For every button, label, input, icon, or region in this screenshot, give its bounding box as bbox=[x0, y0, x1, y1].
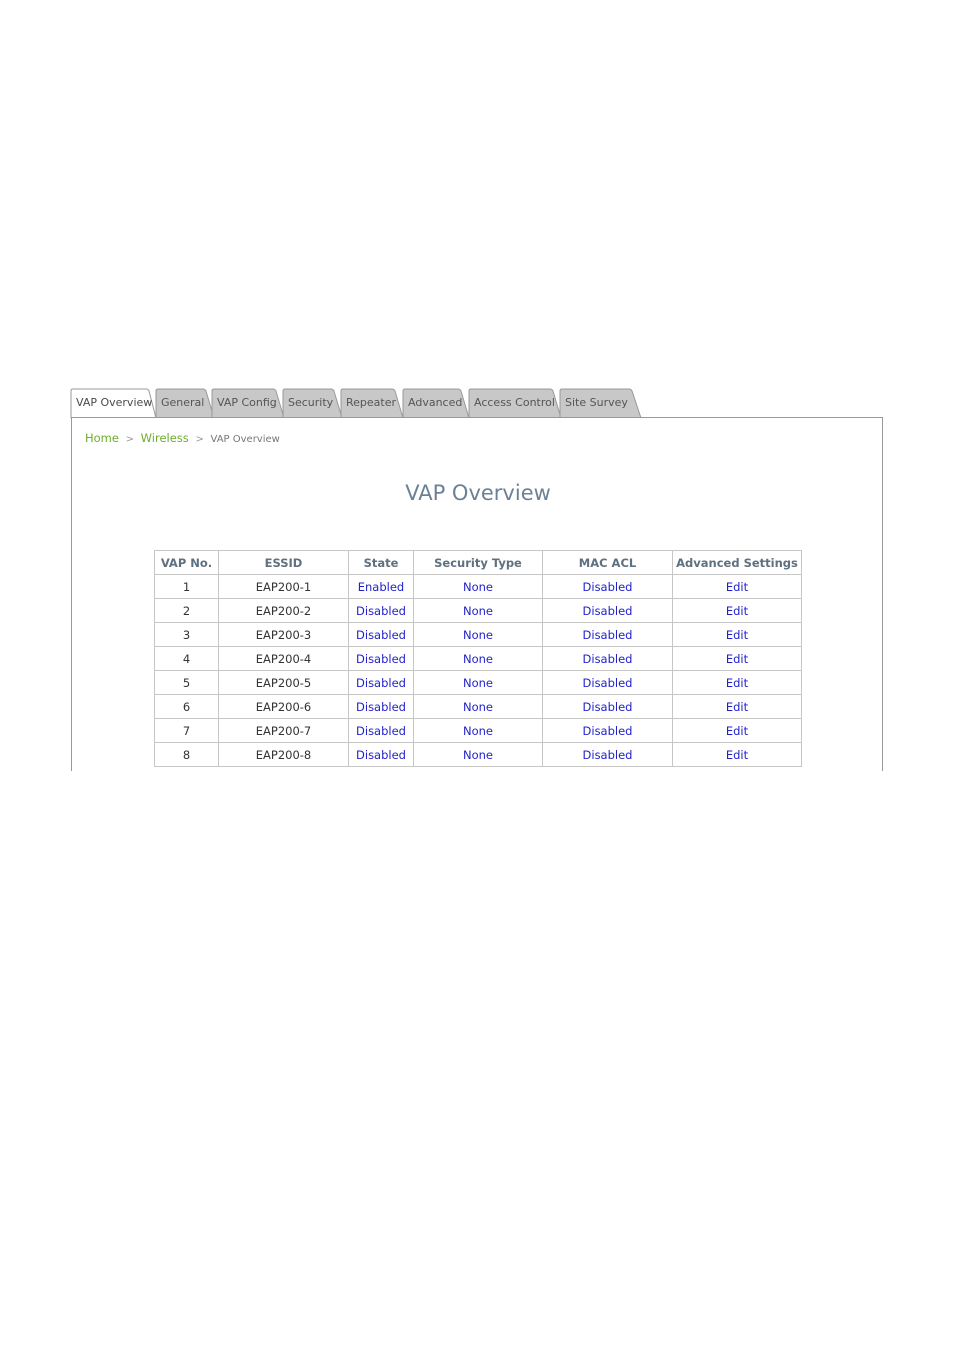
tab-advanced[interactable]: Advanced bbox=[402, 388, 470, 418]
page-title: VAP Overview bbox=[405, 481, 551, 505]
vap-number: 4 bbox=[154, 646, 219, 671]
header-vap-no: VAP No. bbox=[154, 550, 219, 575]
edit-link[interactable]: Edit bbox=[672, 646, 802, 671]
tab-general[interactable]: General bbox=[155, 388, 215, 418]
tab-label: Site Survey bbox=[565, 396, 628, 409]
edit-link[interactable]: Edit bbox=[672, 598, 802, 623]
tab-label: Repeater bbox=[346, 396, 397, 409]
breadcrumb-separator: > bbox=[125, 434, 135, 445]
table-row: 8 EAP200-8 Disabled None Disabled Edit bbox=[154, 742, 802, 767]
tab-label: Access Control bbox=[474, 396, 555, 409]
mac-acl-link[interactable]: Disabled bbox=[542, 694, 673, 719]
content-panel: Home > Wireless > VAP Overview VAP Overv… bbox=[71, 417, 883, 771]
security-type-link[interactable]: None bbox=[413, 574, 543, 599]
header-security-type: Security Type bbox=[413, 550, 543, 575]
table-row: 1 EAP200-1 Enabled None Disabled Edit bbox=[154, 574, 802, 599]
edit-link[interactable]: Edit bbox=[672, 670, 802, 695]
header-essid: ESSID bbox=[218, 550, 349, 575]
state-link[interactable]: Disabled bbox=[348, 622, 414, 647]
breadcrumb-home-link[interactable]: Home bbox=[85, 431, 119, 445]
breadcrumb-separator: > bbox=[195, 434, 204, 445]
mac-acl-link[interactable]: Disabled bbox=[542, 622, 673, 647]
state-link[interactable]: Disabled bbox=[348, 670, 414, 695]
tab-label: Security bbox=[288, 396, 334, 409]
vap-number: 5 bbox=[154, 670, 219, 695]
vap-table: VAP No. ESSID State Security Type MAC AC… bbox=[154, 550, 802, 767]
security-type-link[interactable]: None bbox=[413, 718, 543, 743]
tab-label: VAP Overview bbox=[76, 396, 153, 409]
breadcrumb: Home > Wireless > VAP Overview bbox=[85, 431, 280, 445]
state-link[interactable]: Disabled bbox=[348, 646, 414, 671]
vap-number: 1 bbox=[154, 574, 219, 599]
header-advanced-settings: Advanced Settings bbox=[672, 550, 802, 575]
tab-vap-config[interactable]: VAP Config bbox=[211, 388, 285, 418]
tab-label: Advanced bbox=[408, 396, 463, 409]
tab-security[interactable]: Security bbox=[282, 388, 343, 418]
vap-number: 3 bbox=[154, 622, 219, 647]
security-type-link[interactable]: None bbox=[413, 670, 543, 695]
essid: EAP200-1 bbox=[218, 574, 349, 599]
security-type-link[interactable]: None bbox=[413, 742, 543, 767]
header-mac-acl: MAC ACL bbox=[542, 550, 673, 575]
vap-number: 8 bbox=[154, 742, 219, 767]
vap-number: 2 bbox=[154, 598, 219, 623]
edit-link[interactable]: Edit bbox=[672, 622, 802, 647]
table-row: 7 EAP200-7 Disabled None Disabled Edit bbox=[154, 718, 802, 743]
essid: EAP200-8 bbox=[218, 742, 349, 767]
state-link[interactable]: Disabled bbox=[348, 742, 414, 767]
edit-link[interactable]: Edit bbox=[672, 574, 802, 599]
table-row: 3 EAP200-3 Disabled None Disabled Edit bbox=[154, 622, 802, 647]
tab-label: General bbox=[161, 396, 205, 409]
state-link[interactable]: Disabled bbox=[348, 718, 414, 743]
tab-repeater[interactable]: Repeater bbox=[340, 388, 404, 418]
table-row: 2 EAP200-2 Disabled None Disabled Edit bbox=[154, 598, 802, 623]
state-link[interactable]: Disabled bbox=[348, 598, 414, 623]
mac-acl-link[interactable]: Disabled bbox=[542, 598, 673, 623]
state-link[interactable]: Enabled bbox=[348, 574, 414, 599]
table-header-row: VAP No. ESSID State Security Type MAC AC… bbox=[154, 550, 802, 575]
edit-link[interactable]: Edit bbox=[672, 742, 802, 767]
essid: EAP200-2 bbox=[218, 598, 349, 623]
breadcrumb-current: VAP Overview bbox=[210, 434, 280, 445]
tab-vap-overview[interactable]: VAP Overview bbox=[70, 388, 156, 418]
security-type-link[interactable]: None bbox=[413, 622, 543, 647]
essid: EAP200-7 bbox=[218, 718, 349, 743]
tab-bar: VAP Overview General VAP Config Security… bbox=[70, 387, 650, 418]
vap-number: 7 bbox=[154, 718, 219, 743]
state-link[interactable]: Disabled bbox=[348, 694, 414, 719]
essid: EAP200-6 bbox=[218, 694, 349, 719]
security-type-link[interactable]: None bbox=[413, 694, 543, 719]
table-row: 5 EAP200-5 Disabled None Disabled Edit bbox=[154, 670, 802, 695]
mac-acl-link[interactable]: Disabled bbox=[542, 670, 673, 695]
mac-acl-link[interactable]: Disabled bbox=[542, 646, 673, 671]
edit-link[interactable]: Edit bbox=[672, 718, 802, 743]
tab-access-control[interactable]: Access Control bbox=[468, 388, 562, 418]
mac-acl-link[interactable]: Disabled bbox=[542, 718, 673, 743]
tab-site-survey[interactable]: Site Survey bbox=[559, 388, 642, 418]
essid: EAP200-5 bbox=[218, 670, 349, 695]
edit-link[interactable]: Edit bbox=[672, 694, 802, 719]
table-row: 4 EAP200-4 Disabled None Disabled Edit bbox=[154, 646, 802, 671]
security-type-link[interactable]: None bbox=[413, 646, 543, 671]
table-row: 6 EAP200-6 Disabled None Disabled Edit bbox=[154, 694, 802, 719]
mac-acl-link[interactable]: Disabled bbox=[542, 574, 673, 599]
vap-number: 6 bbox=[154, 694, 219, 719]
breadcrumb-wireless-link[interactable]: Wireless bbox=[141, 431, 189, 445]
mac-acl-link[interactable]: Disabled bbox=[542, 742, 673, 767]
tab-label: VAP Config bbox=[217, 396, 277, 409]
security-type-link[interactable]: None bbox=[413, 598, 543, 623]
header-state: State bbox=[348, 550, 414, 575]
essid: EAP200-3 bbox=[218, 622, 349, 647]
essid: EAP200-4 bbox=[218, 646, 349, 671]
